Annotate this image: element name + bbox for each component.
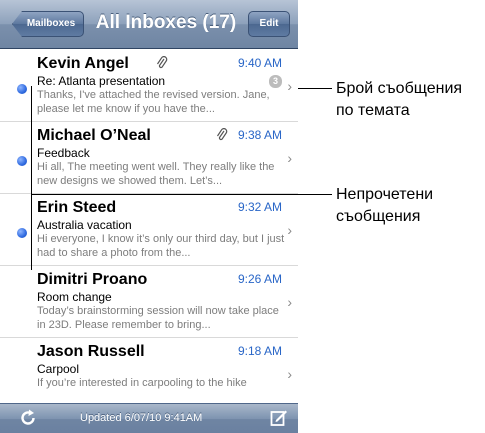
message-time: 9:40 AM bbox=[237, 56, 282, 70]
compose-icon[interactable] bbox=[270, 409, 288, 427]
message-time: 9:18 AM bbox=[237, 344, 282, 358]
unread-dot-icon bbox=[17, 156, 27, 166]
unread-dot-icon bbox=[17, 228, 27, 238]
message-row[interactable]: Michael O’Neal 9:38 AM Feedback Hi all, The… bbox=[0, 122, 298, 194]
message-subject: Carpool bbox=[37, 362, 80, 376]
message-preview: Thanks, I've attached the revised versio… bbox=[37, 89, 270, 115]
message-sender: Kevin Angel bbox=[37, 55, 129, 72]
message-row[interactable]: Dimitri Proano 9:26 AM Room change Today’s … bbox=[0, 266, 298, 338]
message-row[interactable]: Erin Steed 9:32 AM Australia vacation Hi ev… bbox=[0, 194, 298, 266]
chevron-right-icon: › bbox=[287, 366, 292, 382]
chevron-right-icon: › bbox=[287, 78, 292, 94]
message-subject: Feedback bbox=[37, 146, 90, 160]
last-updated-status: Updated 6/07/10 9:41AM bbox=[80, 412, 203, 424]
bottom-toolbar: Updated 6/07/10 9:41AM bbox=[0, 403, 298, 433]
chevron-right-icon: › bbox=[287, 294, 292, 310]
thread-count-badge: 3 bbox=[269, 75, 282, 88]
paperclip-icon bbox=[156, 56, 168, 69]
phone-screen: Mailboxes All Inboxes (17) Edit Kevin An… bbox=[0, 0, 298, 433]
message-subject: Room change bbox=[37, 290, 112, 304]
message-preview: Hi everyone, I know it’s only our third … bbox=[37, 233, 285, 259]
message-preview: Today’s brainstorming session will now t… bbox=[37, 305, 279, 331]
thread-count-leader-line bbox=[298, 88, 332, 89]
mailboxes-back-button[interactable]: Mailboxes bbox=[12, 11, 84, 37]
message-sender: Dimitri Proano bbox=[37, 271, 148, 288]
message-row[interactable]: Kevin Angel 9:40 AM Re: Atlanta presentati… bbox=[0, 50, 298, 122]
unread-callout: Непрочетени съобщения bbox=[336, 186, 434, 225]
message-preview: If you’re interested in carpooling to th… bbox=[37, 377, 247, 389]
thread-count-callout: Брой съобщения по темата bbox=[336, 80, 463, 119]
edit-button[interactable]: Edit bbox=[248, 11, 290, 37]
page-title: All Inboxes (17) bbox=[95, 12, 237, 33]
message-sender: Michael O’Neal bbox=[37, 127, 151, 144]
navigation-bar: Mailboxes All Inboxes (17) Edit bbox=[0, 0, 298, 49]
message-subject: Re: Atlanta presentation bbox=[37, 74, 166, 88]
unread-dot-icon bbox=[17, 84, 27, 94]
message-preview: Hi all, The meeting went well. They real… bbox=[37, 161, 275, 187]
message-sender: Jason Russell bbox=[37, 343, 145, 360]
message-row[interactable]: Jason Russell 9:18 AM Carpool If you’re int… bbox=[0, 338, 298, 410]
thread-count-bracket bbox=[31, 86, 32, 120]
message-time: 9:38 AM bbox=[237, 128, 282, 142]
chevron-right-icon: › bbox=[287, 150, 292, 166]
chevron-right-icon: › bbox=[287, 222, 292, 238]
unread-leader-line bbox=[31, 194, 332, 195]
paperclip-icon bbox=[216, 128, 228, 141]
refresh-icon[interactable] bbox=[18, 408, 38, 428]
message-time: 9:32 AM bbox=[237, 200, 282, 214]
message-subject: Australia vacation bbox=[37, 218, 132, 232]
message-time: 9:26 AM bbox=[237, 272, 282, 286]
message-sender: Erin Steed bbox=[37, 199, 117, 216]
